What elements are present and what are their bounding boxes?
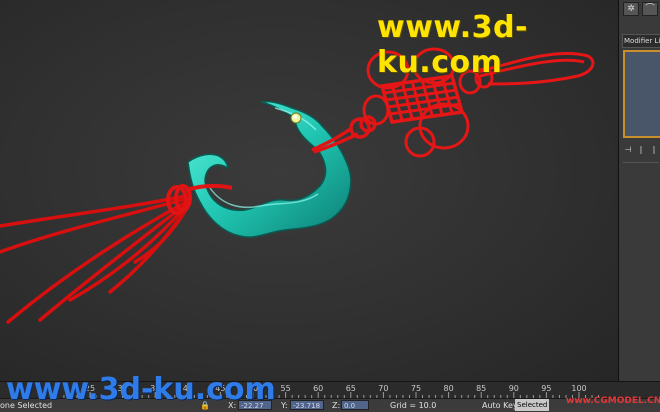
auto-key-button[interactable]: Auto Key [482,400,518,411]
modifier-list-dropdown[interactable]: Modifier List [622,34,660,48]
timeline-tick-label: 55 [280,384,291,393]
timeline-tick-label: 75 [410,384,422,393]
y-label: Y: [281,401,288,410]
pin-icon[interactable]: ⊣ [623,144,633,156]
bar-icon[interactable]: | [636,144,646,156]
grid-readout: Grid = 10.0 [390,401,437,410]
watermark-top: www.3d-ku.com [377,10,528,80]
tassel-strands [0,194,189,324]
timeline-tick-label: 90 [508,384,519,393]
timeline-tick-label: 100 [571,384,587,393]
modifier-stack-view[interactable] [623,50,660,138]
stack-tools: ⊣ | | [623,144,660,158]
bar-icon[interactable]: | [649,144,659,156]
watermark-bottom: www.3d-ku.com [6,372,276,407]
perspective-viewport[interactable]: www.3d-ku.com [0,0,618,381]
watermark-corner: www.CGMODEL.CN [566,396,660,406]
timeline-tick-label: 95 [541,384,552,393]
z-label: Z: [332,401,341,410]
jade-dragon-pendant [187,100,352,238]
timeline-tick-label: 70 [378,384,389,393]
timeline-tick-label: 60 [313,384,324,393]
timeline-tick-label: 65 [345,384,356,393]
command-panel-tabs: ✲ ⌒ [623,2,659,16]
stack-separator [623,162,659,163]
z-coord-field[interactable]: 0.0 [341,400,369,410]
curve-icon[interactable]: ⌒ [642,2,658,16]
command-panel: ✲ ⌒ Modifier List ⊣ | | [618,0,660,381]
gear-icon[interactable]: ✲ [623,2,639,16]
selected-button[interactable]: Selected [515,399,550,411]
y-coord-field[interactable]: -23.718 [290,400,324,410]
timeline-tick-label: 80 [443,384,454,393]
timeline-tick-label: 85 [476,384,487,393]
